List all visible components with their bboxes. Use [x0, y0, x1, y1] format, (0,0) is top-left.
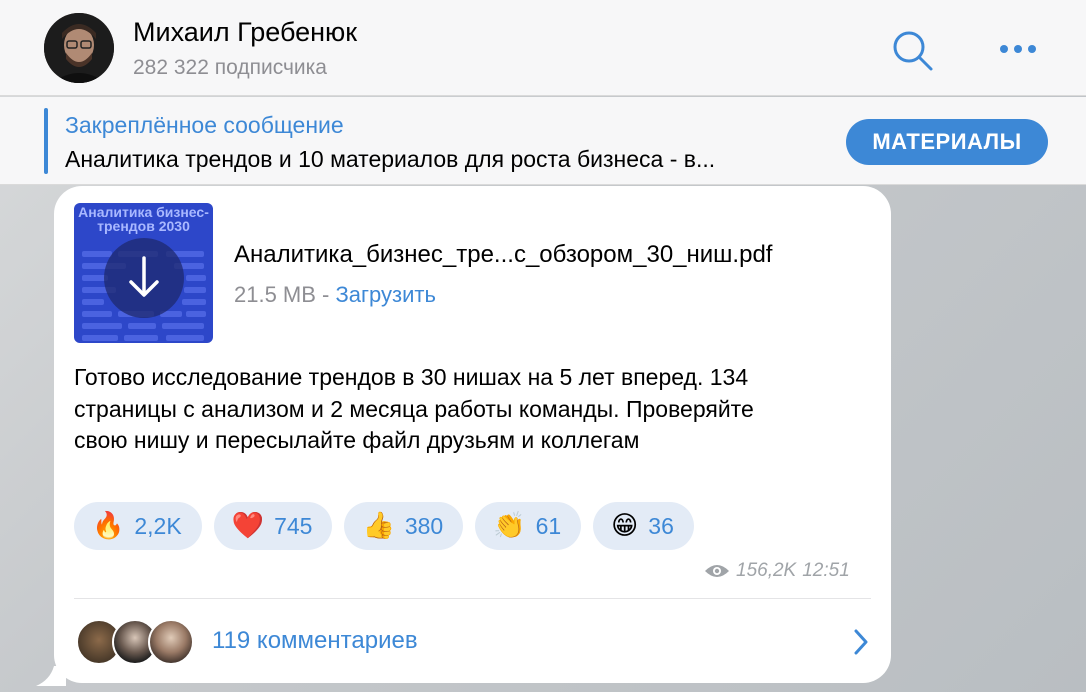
post-text: Готово исследование трендов в 30 нишах н…: [74, 364, 754, 453]
post-meta: 156,2K 12:51: [704, 560, 850, 582]
search-button[interactable]: [889, 28, 935, 74]
reaction-count: 61: [535, 512, 562, 539]
more-icon: [1000, 45, 1036, 53]
reaction-heart[interactable]: ❤️ 745: [213, 502, 333, 550]
reaction-grin[interactable]: 😁 36: [593, 502, 694, 550]
more-button[interactable]: [996, 34, 1040, 64]
reaction-count: 2,2K: [134, 512, 182, 539]
pinned-message[interactable]: Закреплённое сообщение Аналитика трендов…: [0, 97, 1086, 185]
reaction-count: 36: [648, 512, 674, 539]
thumbnail-title: Аналитика бизнес-трендов 2030: [78, 204, 209, 234]
pinned-title: Закреплённое сообщение: [65, 112, 344, 138]
fire-icon: 🔥: [92, 511, 125, 541]
reaction-fire[interactable]: 🔥 2,2K: [74, 502, 202, 550]
chevron-right-icon: [854, 629, 868, 655]
eye-icon: [705, 565, 729, 577]
file-thumbnail[interactable]: Аналитика бизнес-трендов 2030: [74, 203, 213, 343]
download-link[interactable]: Загрузить: [336, 282, 436, 307]
reaction-count: 745: [274, 512, 313, 539]
divider: [74, 598, 871, 599]
pinned-text: Аналитика трендов и 10 материалов для ро…: [65, 146, 716, 172]
materials-button[interactable]: МАТЕРИАЛЫ: [846, 119, 1048, 165]
reaction-thumbs-up[interactable]: 👍 380: [344, 502, 464, 550]
pinned-indicator: [44, 108, 48, 174]
reaction-count: 380: [404, 512, 444, 539]
comments-chevron[interactable]: [851, 627, 871, 657]
download-arrow-icon: [129, 256, 159, 297]
download-button[interactable]: [104, 238, 184, 318]
thumbs-up-icon: 👍: [362, 511, 395, 541]
comments-link[interactable]: 119 комментариев: [212, 627, 418, 655]
commenter-avatar: [148, 619, 194, 665]
reaction-clap[interactable]: 👏 61: [475, 502, 582, 550]
search-icon: [893, 31, 933, 71]
heart-icon: ❤️: [231, 511, 265, 541]
file-size: 21.5 MB: [234, 282, 316, 307]
channel-name[interactable]: Михаил Гребенюк: [133, 17, 357, 48]
reactions-bar: 🔥 2,2K ❤️ 745 👍 380 👏 61 😁 36: [74, 502, 694, 550]
clap-icon: 👏: [493, 511, 526, 541]
file-meta: 21.5 MB - Загрузить: [234, 282, 436, 308]
commenter-avatars: [76, 619, 196, 665]
channel-avatar[interactable]: [44, 13, 114, 83]
post-bubble: Аналитика бизнес-трендов 2030 Аналитика_…: [54, 186, 891, 683]
channel-header: Михаил Гребенюк 282 322 подписчика: [0, 0, 1086, 96]
grin-icon: 😁: [611, 511, 639, 541]
view-count: 156,2K: [736, 560, 797, 581]
file-separator: -: [315, 282, 336, 307]
file-name[interactable]: Аналитика_бизнес_тре...с_обзором_30_ниш.…: [234, 241, 772, 269]
subscriber-count: 282 322 подписчика: [133, 56, 327, 79]
post-time: 12:51: [802, 560, 850, 581]
